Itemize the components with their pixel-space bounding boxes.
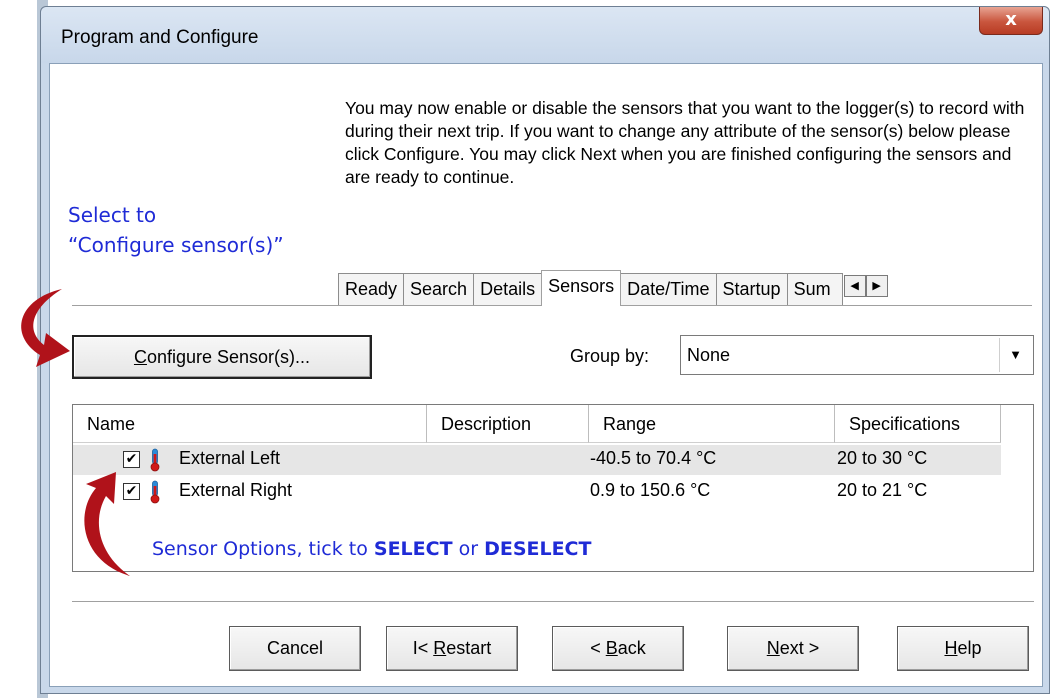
next-label: ext >: [779, 638, 820, 658]
group-by-select[interactable]: None ▼: [680, 335, 1034, 375]
group-by-label: Group by:: [570, 346, 650, 366]
tab-sensors[interactable]: Sensors: [541, 270, 622, 306]
tab-scroll-buttons: ◀ ▶: [843, 275, 888, 305]
tab-search[interactable]: Search: [403, 273, 475, 305]
cancel-button[interactable]: Cancel: [229, 626, 361, 671]
column-header-description[interactable]: Description: [427, 405, 589, 443]
list-header: Name Description Range Specifications: [73, 405, 1033, 443]
annotation-sensor-options: Sensor Options, tick to SELECT or DESELE…: [152, 538, 591, 560]
wizard-tabs: Ready Search Details Sensors Date/Time S…: [338, 270, 888, 306]
restart-button[interactable]: I< Restart: [386, 626, 518, 671]
restart-prefix: I<: [412, 638, 434, 658]
sensor-range: -40.5 to 70.4 °C: [590, 448, 717, 468]
close-button[interactable]: x: [979, 7, 1043, 35]
annotation-configure-hint: Select to “Configure sensor(s)”: [68, 200, 284, 260]
list-item[interactable]: ✔ External Right 0.9 to 150.6 °C 20 to 2…: [73, 477, 1001, 507]
curved-arrow-icon: [84, 472, 130, 576]
next-button[interactable]: Next >: [727, 626, 859, 671]
sensor-checkbox[interactable]: ✔: [123, 451, 140, 468]
curved-arrow-icon: [21, 289, 70, 367]
tab-startup[interactable]: Startup: [715, 273, 788, 305]
back-prefix: <: [590, 638, 606, 658]
back-mnemonic: B: [605, 638, 618, 658]
scroll-left-icon[interactable]: ◀: [843, 275, 866, 297]
scroll-right-icon[interactable]: ▶: [865, 275, 888, 297]
sensor-range: 0.9 to 150.6 °C: [590, 480, 711, 500]
configure-mnemonic: C: [133, 347, 147, 367]
tab-ready[interactable]: Ready: [338, 273, 405, 305]
help-label: elp: [957, 638, 982, 658]
annotation-or-word: or: [452, 538, 485, 560]
restart-mnemonic: R: [433, 638, 447, 658]
annotation-deselect-word: DESELECT: [484, 538, 592, 560]
close-icon: x: [1005, 9, 1017, 30]
thermometer-icon: [150, 480, 160, 504]
help-button[interactable]: Help: [897, 626, 1029, 671]
next-mnemonic: N: [766, 638, 780, 658]
annotation-configure-line2: “Configure sensor(s)”: [68, 233, 284, 257]
group-by-value: None: [687, 345, 731, 365]
back-label: ack: [617, 638, 646, 658]
configure-label: onfigure Sensor(s)...: [146, 347, 311, 367]
sensor-name: External Right: [179, 480, 293, 500]
title-bar: Program and Configure x: [41, 7, 1049, 63]
sensor-specifications: 20 to 21 °C: [837, 480, 928, 500]
sensor-name: External Left: [179, 448, 281, 468]
annotation-configure-line1: Select to: [68, 203, 157, 227]
annotation-select-word: SELECT: [373, 538, 453, 560]
column-header-specifications[interactable]: Specifications: [835, 405, 1001, 443]
annotation-list-prefix: Sensor Options, tick to: [152, 538, 374, 560]
thermometer-icon: [150, 448, 160, 472]
chevron-down-icon[interactable]: ▼: [999, 338, 1031, 372]
tab-date-time[interactable]: Date/Time: [620, 273, 717, 305]
column-header-range[interactable]: Range: [589, 405, 835, 443]
help-mnemonic: H: [944, 638, 958, 658]
sensor-specifications: 20 to 30 °C: [837, 448, 928, 468]
column-header-name[interactable]: Name: [73, 405, 427, 443]
instructions-text: You may now enable or disable the sensor…: [345, 98, 1025, 187]
button-separator: [72, 601, 1034, 603]
window-title: Program and Configure: [61, 27, 259, 48]
back-button[interactable]: < Back: [552, 626, 684, 671]
cancel-label: Cancel: [266, 638, 324, 658]
list-item[interactable]: ✔ External Left -40.5 to 70.4 °C 20 to 3…: [73, 445, 1001, 475]
tab-details[interactable]: Details: [473, 273, 543, 305]
tab-summary[interactable]: Sum: [786, 273, 843, 305]
configure-sensors-button[interactable]: Configure Sensor(s)...: [72, 335, 372, 379]
restart-label: estart: [446, 638, 492, 658]
